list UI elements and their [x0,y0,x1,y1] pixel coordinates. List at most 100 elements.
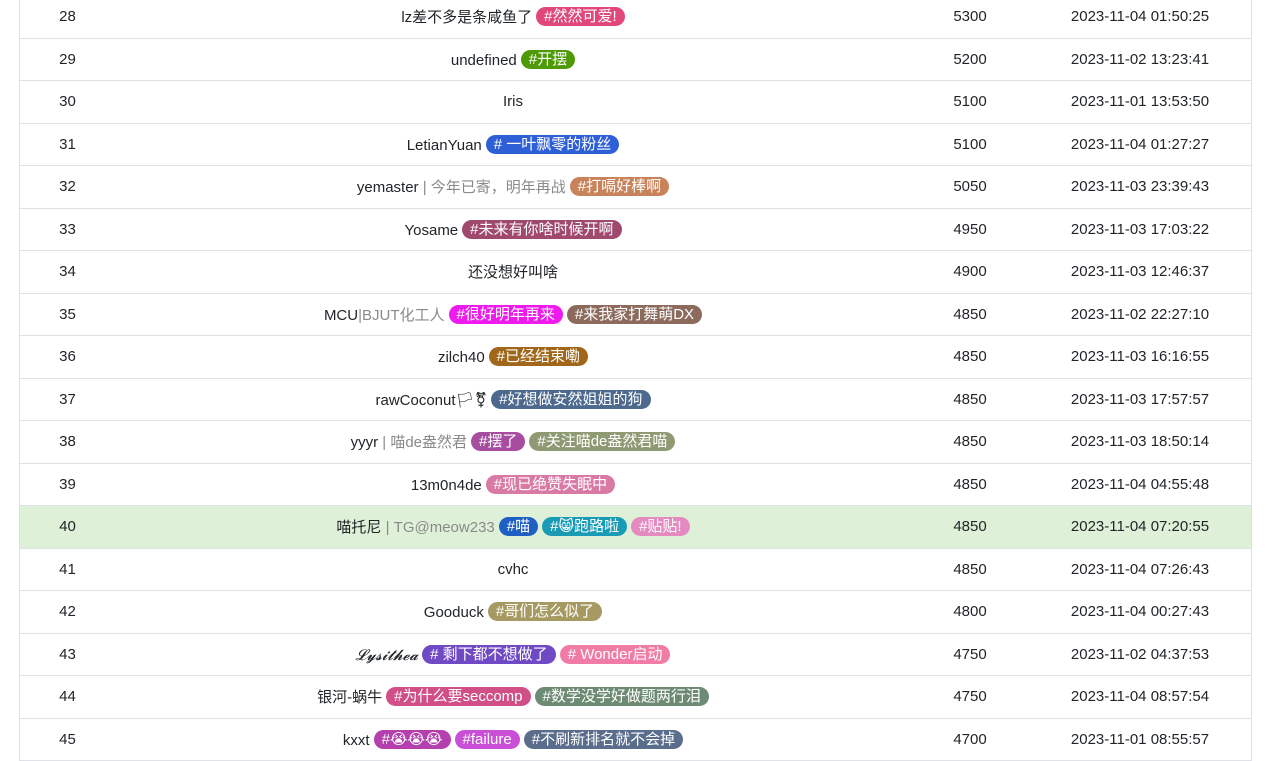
player-name: Yosame [405,222,459,239]
player-cell: yemaster | 今年已寄，明年再战#打嗝好棒啊 [115,176,911,197]
score-cell: 4850 [911,476,1029,493]
time-cell: 2023-11-03 16:16:55 [1029,348,1251,365]
tag-badge: #为什么要seccomp [386,687,530,706]
tag-badge: #贴贴! [631,517,690,536]
player-name: zilch40 [438,349,485,366]
rank-cell: 29 [20,51,115,68]
table-row: 41cvhc48502023-11-04 07:26:43 [20,549,1251,592]
player-subtitle: | 喵de盎然君 [378,434,467,451]
table-row: 38yyyr | 喵de盎然君#摆了#关注喵de盎然君喵48502023-11-… [20,421,1251,464]
time-cell: 2023-11-02 22:27:10 [1029,306,1251,323]
tag-badge: #数学没学好做题两行泪 [535,687,709,706]
time-cell: 2023-11-04 01:27:27 [1029,136,1251,153]
table-row: 43𝓛𝔂𝓼𝓲𝓽𝓱𝓮𝓪# 剩下都不想做了# Wonder启动47502023-11… [20,634,1251,677]
tag-badge: #未来有你啥时候开啊 [462,220,621,239]
player-name: 13m0n4de [411,477,482,494]
score-cell: 4750 [911,646,1029,663]
player-name: 银河-蜗牛 [317,689,382,706]
table-row: 32yemaster | 今年已寄，明年再战#打嗝好棒啊50502023-11-… [20,166,1251,209]
player-cell: LetianYuan# 一叶飘零的粉丝 [115,135,911,154]
score-cell: 5050 [911,178,1029,195]
player-subtitle: | TG@meow233 [381,519,494,536]
player-name: Gooduck [424,604,484,621]
player-name: LetianYuan [407,137,482,154]
player-cell: Iris [115,93,911,110]
table-row: 29undefined#开摆52002023-11-02 13:23:41 [20,39,1251,82]
player-cell: kxxt#😭😭😭#failure#不刷新排名就不会掉 [115,730,911,749]
tag-badge: #failure [455,730,520,749]
rank-cell: 31 [20,136,115,153]
tag-badge: #摆了 [471,432,525,451]
player-name: Iris [503,93,523,110]
time-cell: 2023-11-04 08:57:54 [1029,688,1251,705]
time-cell: 2023-11-04 07:26:43 [1029,561,1251,578]
player-subtitle: |BJUT化工人 [358,307,444,324]
player-name: 𝓛𝔂𝓼𝓲𝓽𝓱𝓮𝓪 [356,646,419,664]
tag-badge: #😸跑路啦 [542,517,627,536]
rank-cell: 28 [20,8,115,25]
table-row: 35MCU|BJUT化工人#很好明年再来#来我家打舞萌DX48502023-11… [20,294,1251,337]
player-cell: rawCoconut🏳⚧#好想做安然姐姐的狗 [115,390,911,409]
rank-cell: 30 [20,93,115,110]
rank-cell: 32 [20,178,115,195]
rank-cell: 45 [20,731,115,748]
player-name: undefined [451,52,517,69]
time-cell: 2023-11-03 18:50:14 [1029,433,1251,450]
tag-badge: #开摆 [521,50,575,69]
score-cell: 4900 [911,263,1029,280]
rank-cell: 39 [20,476,115,493]
player-cell: Yosame#未来有你啥时候开啊 [115,220,911,239]
time-cell: 2023-11-01 08:55:57 [1029,731,1251,748]
tag-badge: #现已绝赞失眠中 [486,475,615,494]
time-cell: 2023-11-04 07:20:55 [1029,518,1251,535]
table-row: 30 Iris 51002023-11-01 13:53:50 [20,81,1251,124]
time-cell: 2023-11-04 01:50:25 [1029,8,1251,25]
score-cell: 4700 [911,731,1029,748]
table-row: 45kxxt#😭😭😭#failure#不刷新排名就不会掉47002023-11-… [20,719,1251,761]
rank-cell: 34 [20,263,115,280]
time-cell: 2023-11-01 13:53:50 [1029,93,1251,110]
score-cell: 4750 [911,688,1029,705]
tag-badge: # Wonder启动 [560,645,671,664]
player-cell: 喵托尼 | TG@meow233#喵#😸跑路啦#贴贴! [115,516,911,537]
score-cell: 4950 [911,221,1029,238]
table-row: 33Yosame#未来有你啥时候开啊49502023-11-03 17:03:2… [20,209,1251,252]
player-name: kxxt [343,732,370,749]
player-cell: lz差不多是条咸鱼了#然然可爱! [115,6,911,27]
player-name: 还没想好叫啥 [468,264,558,281]
score-cell: 4850 [911,348,1029,365]
rank-cell: 41 [20,561,115,578]
player-cell: undefined#开摆 [115,50,911,69]
rank-cell: 38 [20,433,115,450]
tag-badge: #😭😭😭 [374,730,451,749]
score-cell: 5300 [911,8,1029,25]
player-cell: Gooduck#哥们怎么似了 [115,602,911,621]
tag-badge: #很好明年再来 [449,305,563,324]
tag-badge: #哥们怎么似了 [488,602,602,621]
player-name: yyyr [351,434,379,451]
table-row: 44 银河-蜗牛#为什么要seccomp #数学没学好做题两行泪 47502023-1… [20,676,1251,719]
tag-badge: #不刷新排名就不会掉 [524,730,683,749]
player-cell: 银河-蜗牛#为什么要seccomp #数学没学好做题两行泪 [115,686,911,707]
tag-badge: #打嗝好棒啊 [570,177,669,196]
time-cell: 2023-11-04 00:27:43 [1029,603,1251,620]
tag-badge: # 一叶飘零的粉丝 [486,135,620,154]
player-cell: 𝓛𝔂𝓼𝓲𝓽𝓱𝓮𝓪# 剩下都不想做了# Wonder启动 [115,645,911,664]
player-name: cvhc [498,561,529,578]
player-name: rawCoconut🏳⚧ [376,392,488,409]
score-cell: 5100 [911,93,1029,110]
score-cell: 4800 [911,603,1029,620]
player-cell: 13m0n4de#现已绝赞失眠中 [115,475,911,494]
time-cell: 2023-11-03 17:03:22 [1029,221,1251,238]
table-row: 31LetianYuan# 一叶飘零的粉丝51002023-11-04 01:2… [20,124,1251,167]
rank-cell: 42 [20,603,115,620]
score-cell: 5200 [911,51,1029,68]
score-cell: 4850 [911,433,1029,450]
score-cell: 5100 [911,136,1029,153]
player-cell: yyyr | 喵de盎然君#摆了#关注喵de盎然君喵 [115,431,911,452]
rank-cell: 40 [20,518,115,535]
player-cell: zilch40#已经结束嘞 [115,347,911,366]
rank-cell: 37 [20,391,115,408]
player-name: 喵托尼 [336,519,381,536]
rank-cell: 44 [20,688,115,705]
